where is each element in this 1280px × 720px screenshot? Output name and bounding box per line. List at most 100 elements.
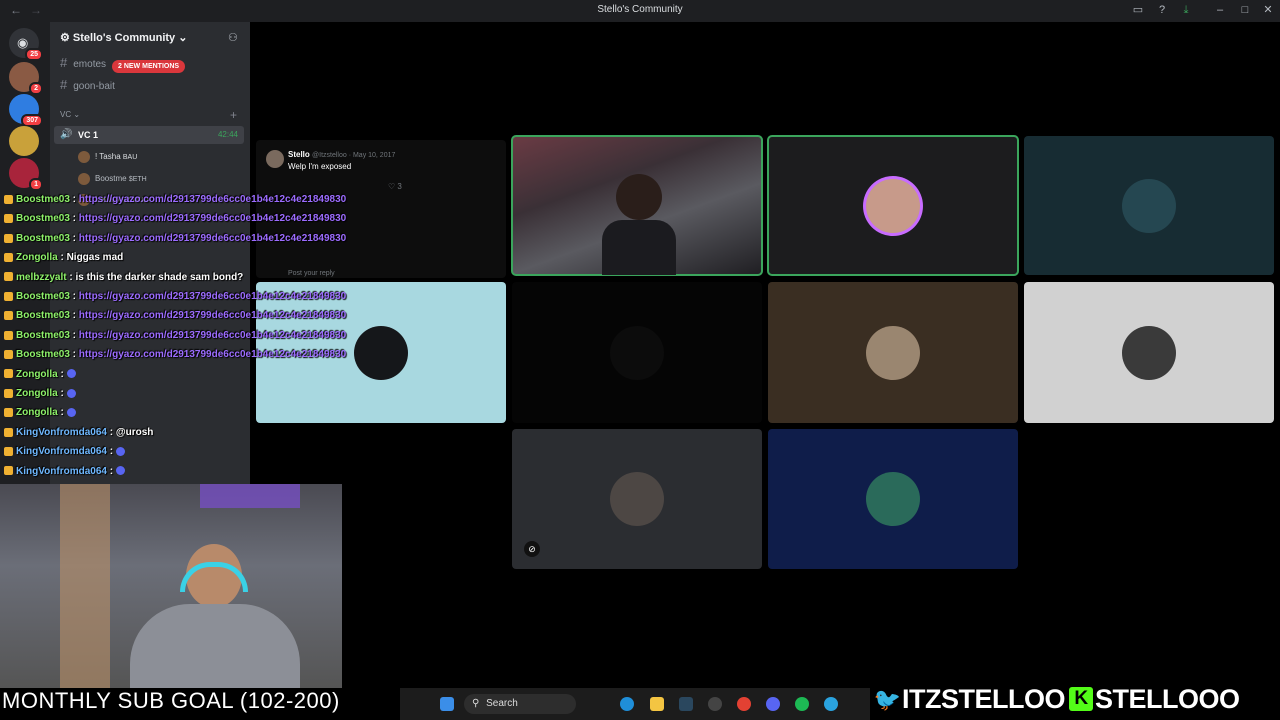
voice-user-tag: $ETH [128,176,147,184]
chat-message: Boostme03 : https://gyazo.com/d2913799de… [4,291,346,302]
chat-separator: : [57,407,67,419]
minimize-icon[interactable]: – [1214,4,1226,16]
chat-message: KingVonfromda064 : [4,466,127,477]
user-tile[interactable] [768,429,1018,569]
help-icon[interactable]: ? [1156,4,1168,16]
chat-link[interactable]: https://gyazo.com/d2913799de6cc0e1b4e12c… [79,349,346,360]
chat-separator: : [57,368,67,380]
person-silhouette [616,174,662,220]
category-vc[interactable]: VC ⌄ [60,110,80,119]
server-name-header[interactable]: ⚙ Stello's Community ⌄ [60,31,187,44]
user-tile[interactable] [768,282,1018,423]
chat-username: Boostme03 [16,310,70,322]
chat-message: Boostme03 : https://gyazo.com/d2913799de… [4,213,346,224]
user-tile[interactable] [512,282,762,423]
emote-icon [66,408,76,418]
chat-link[interactable]: https://gyazo.com/d2913799de6cc0e1b4e12c… [79,330,346,341]
user-tile[interactable]: ⊘ [512,429,762,569]
tweet-text: Welp I'm exposed [288,162,352,171]
discord-icon[interactable] [766,697,780,711]
chat-separator: : [69,194,79,205]
chat-message: Zongolla : [4,407,78,418]
voice-user[interactable]: Boostme $ETH [78,173,147,185]
file-explorer-icon[interactable] [650,697,664,711]
steam-icon[interactable] [679,697,693,711]
tweet-author: Stello [288,150,310,159]
badge-icon [4,272,13,282]
chat-separator: : [69,232,79,244]
avatar [266,150,284,168]
chevron-down-icon: ⌄ [175,32,188,44]
chat-message: melbzzyalt : is this the darker shade sa… [4,272,243,283]
badge-icon [4,388,13,398]
chat-message: Boostme03 : https://gyazo.com/d2913799de… [4,233,346,244]
search-label: Search [486,698,518,709]
close-icon[interactable]: ✕ [1262,4,1274,16]
add-channel-icon[interactable]: + [230,108,237,122]
maximize-icon[interactable]: □ [1239,4,1251,16]
chat-text: Niggas mad [66,252,124,264]
server-icon[interactable]: 1 [9,158,43,191]
server-icon[interactable] [9,126,39,156]
avatar [866,472,920,526]
chat-username: Zongolla [16,388,58,399]
user-tile[interactable] [767,135,1019,276]
add-user-icon[interactable]: ⚇ [228,31,238,44]
channel-emotes[interactable]: # emotes [60,55,106,70]
chat-separator: : [69,310,79,322]
voice-channel-name: VC 1 [78,130,99,140]
window-titlebar: ← → Stello's Community ▭ ? ⤓ – □ ✕ [0,0,1280,22]
telegram-icon[interactable] [824,697,838,711]
emote-icon [66,388,76,398]
voice-channel-vc1[interactable]: 🔊 VC 1 42:44 [54,126,244,144]
chat-message: Boostme03 : https://gyazo.com/d2913799de… [4,330,346,341]
channel-goon-bait[interactable]: # goon-bait [60,77,115,92]
window-title: Stello's Community [597,4,683,15]
obs-icon[interactable] [708,697,722,711]
badge-icon [4,233,13,243]
chat-username: KingVonfromda064 [16,465,107,477]
chat-message: Boostme03 : https://gyazo.com/d2913799de… [4,310,346,321]
chat-message: Zongolla : [4,388,78,399]
windows-start-icon[interactable] [440,697,454,711]
server-name: Stello's Community [72,32,176,44]
chat-separator: : [69,349,79,361]
server-badge: 2 [29,82,43,95]
chrome-icon[interactable] [737,697,751,711]
person-body [602,220,676,275]
new-mentions-pill[interactable]: 2 NEW MENTIONS [112,60,186,73]
badge-icon [4,330,13,340]
edge-icon[interactable] [620,697,634,711]
chat-username: Zongolla [16,407,58,419]
chat-link[interactable]: https://gyazo.com/d2913799de6cc0e1b4e12c… [79,310,346,321]
chat-username: Boostme03 [16,349,70,361]
chat-separator: : [106,426,116,438]
chat-text: @urosh [115,426,154,438]
chat-link[interactable]: https://gyazo.com/d2913799de6cc0e1b4e12c… [79,233,346,244]
chat-link[interactable]: https://gyazo.com/d2913799de6cc0e1b4e12c… [79,213,346,224]
hash-icon: # [60,77,68,92]
badge-icon [4,466,13,476]
social-handles: 🐦ITZSTELLOO K STELLOOO [872,684,1240,718]
server-icon[interactable]: 307 [9,94,43,127]
user-tile[interactable] [1024,136,1274,275]
server-icon[interactable]: 2 [9,62,43,95]
user-tile[interactable] [1024,282,1274,423]
download-icon[interactable]: ⤓ [1180,4,1192,16]
channel-label: emotes [73,59,107,70]
chat-link[interactable]: https://gyazo.com/d2913799de6cc0e1b4e12c… [79,194,346,205]
inbox-icon[interactable]: ▭ [1132,4,1144,16]
hash-icon: # [60,55,68,70]
badge-icon [4,311,13,321]
stream-chat-overlay: Boostme03 : https://gyazo.com/d2913799de… [0,194,380,484]
avatar [78,173,90,185]
sub-goal-banner: MONTHLY SUB GOAL (102-200) [2,688,340,713]
voice-user[interactable]: ! Tasha BAU [78,151,137,163]
taskbar-search[interactable]: ⚲ Search [464,694,576,714]
chat-message: KingVonfromda064 : @urosh [4,427,153,438]
direct-messages-button[interactable]: ◉ 25 [9,28,43,61]
spotify-icon[interactable] [795,697,809,711]
camera-tile[interactable] [511,135,763,276]
chat-link[interactable]: https://gyazo.com/d2913799de6cc0e1b4e12c… [79,291,346,302]
chat-username: Boostme03 [16,291,70,302]
